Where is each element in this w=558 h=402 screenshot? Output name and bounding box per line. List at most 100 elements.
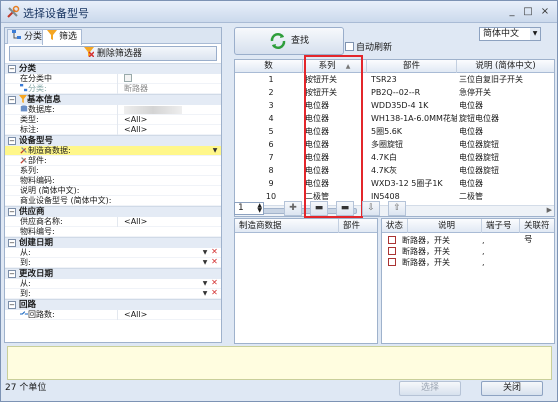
table-row[interactable]: 2 按钮开关 PB2Q--02--R 急停开关 <box>235 88 554 97</box>
table-row[interactable]: 3 电位器 WDD35D-4 1K 电位器 <box>235 101 554 110</box>
category-header[interactable]: − 供应商 <box>5 206 221 217</box>
minimize-button[interactable]: _ <box>505 5 519 18</box>
manufacturer-table: 制造商数据 部件 <box>234 218 378 344</box>
in-category-checkbox[interactable] <box>117 74 209 84</box>
clear-date-icon[interactable]: ✕ <box>210 258 219 267</box>
property-row[interactable]: 系列: <box>5 166 221 176</box>
property-row[interactable]: 到: ▼ ✕ <box>5 258 221 268</box>
table-cell: 电位器 <box>459 179 483 188</box>
property-row[interactable]: 说明 (简体中文): <box>5 186 221 196</box>
title-bar: 选择设备型号 _ □ × <box>1 1 557 23</box>
property-row[interactable]: 供应商名称: <All> <box>5 217 221 227</box>
clear-date-icon[interactable]: ✕ <box>210 248 219 257</box>
collapse-toggle[interactable]: − <box>8 137 16 145</box>
clear-date-icon[interactable]: ✕ <box>210 289 219 298</box>
close-button[interactable]: 关闭 <box>481 381 543 396</box>
dropdown-arrow-icon[interactable]: ▼ <box>201 249 209 257</box>
spin-arrows-icon[interactable]: ▲ ▼ <box>257 203 262 214</box>
property-row[interactable]: 到: ▼ ✕ <box>5 289 221 299</box>
property-row[interactable]: 物料编码: <box>5 176 221 186</box>
column-header[interactable]: 数 <box>235 60 303 73</box>
table-cell: 7 <box>268 153 274 162</box>
remove-row-button[interactable]: ▬ <box>310 201 328 216</box>
move-up-button[interactable]: ⇧ <box>388 201 406 216</box>
category-header[interactable]: − 分类 <box>5 63 221 74</box>
property-row[interactable]: 商业设备型号 (简体中文): <box>5 196 221 206</box>
table-cell: 旋钮电位器 <box>459 114 499 123</box>
collapse-toggle[interactable]: − <box>8 96 16 104</box>
collapse-toggle[interactable]: − <box>8 65 16 73</box>
edit-row-button[interactable]: ▬ <box>336 201 354 216</box>
column-header[interactable]: 端子号 <box>482 219 520 233</box>
table-cell: 3 <box>268 101 274 110</box>
table-row[interactable]: 4 电位器 WH138-1A-6.0MM花轴 旋钮电位器 <box>235 114 554 123</box>
table-row[interactable]: 6 电位器 多圈旋钮 电位器旋钮 <box>235 140 554 149</box>
collapse-toggle[interactable]: − <box>8 301 16 309</box>
category-header[interactable]: − 基本信息 <box>5 94 221 105</box>
column-header[interactable]: 状态 <box>382 219 408 233</box>
property-row[interactable]: 在分类中 <box>5 74 221 84</box>
checkbox-box[interactable] <box>345 42 354 51</box>
close-window-button[interactable]: × <box>538 5 552 18</box>
column-header[interactable]: 部件 <box>339 219 379 233</box>
table-row[interactable]: 断路器，开关, <box>382 236 554 246</box>
property-row[interactable]: 标注: <All> <box>5 125 221 135</box>
property-row[interactable]: 类型: <All> <box>5 115 221 125</box>
move-down-button[interactable]: ⇩ <box>362 201 380 216</box>
property-row[interactable]: 从: ▼ ✕ <box>5 279 221 289</box>
collapse-toggle[interactable]: − <box>8 239 16 247</box>
table-row[interactable]: 8 电位器 4.7K灰 电位器旋钮 <box>235 166 554 175</box>
table-row[interactable]: 5 电位器 5圈5.6K 电位器 <box>235 127 554 136</box>
column-header[interactable]: 部件 <box>367 60 457 73</box>
property-row[interactable]: 物料编号: <box>5 227 221 237</box>
collapse-toggle[interactable]: − <box>8 270 16 278</box>
add-row-button[interactable]: ✚ <box>284 201 302 216</box>
table-cell: 三位自复旧子开关 <box>459 75 523 84</box>
column-header[interactable]: 说明 <box>408 219 482 233</box>
collapse-toggle[interactable]: − <box>8 208 16 216</box>
category-header[interactable]: − 设备型号 <box>5 135 221 146</box>
property-row[interactable]: 部件: <box>5 156 221 166</box>
table-row[interactable]: 7 电位器 4.7K白 电位器旋钮 <box>235 153 554 162</box>
maximize-button[interactable]: □ <box>521 5 535 18</box>
function-symbol-icon <box>388 258 396 266</box>
refresh-icon <box>270 32 286 49</box>
select-button[interactable]: 选择 <box>399 381 461 396</box>
tools-icon <box>7 5 20 18</box>
clear-date-icon[interactable]: ✕ <box>210 279 219 288</box>
column-header[interactable]: 说明 (简体中文) <box>457 60 554 73</box>
property-row[interactable]: 从: ▼ ✕ <box>5 248 221 258</box>
table-row[interactable]: 1 按钮开关 TSR23 三位自复旧子开关 <box>235 75 554 84</box>
property-row[interactable]: 数据库: <box>5 105 221 115</box>
dropdown-arrow-icon[interactable]: ▼ <box>201 280 209 288</box>
property-row-selected[interactable]: 制造商数据: ▼ <box>5 146 221 156</box>
filter-icon <box>47 30 57 40</box>
tab-filter[interactable]: 筛选 <box>42 29 83 45</box>
search-button[interactable]: 查找 <box>234 27 344 55</box>
table-row[interactable]: 9 电位器 WXD3-12 5圈子1K 电位器 <box>235 179 554 188</box>
language-select[interactable]: 简体中文 ▼ <box>479 27 541 41</box>
category-header[interactable]: − 回路 <box>5 299 221 310</box>
property-row[interactable]: 回路数: <All> <box>5 310 221 320</box>
table-row[interactable]: 断路器，开关, <box>382 247 554 257</box>
dropdown-arrow-icon[interactable]: ▼ <box>201 259 209 267</box>
table-cell: 电位器旋钮 <box>459 153 499 162</box>
dropdown-arrow-icon[interactable]: ▼ <box>201 290 209 298</box>
category-header[interactable]: − 创建日期 <box>5 237 221 248</box>
property-row[interactable]: 分类: 断路器 <box>5 84 221 94</box>
column-header[interactable]: 关联符号 <box>520 219 556 245</box>
page-spinner[interactable]: 1 ▲ ▼ <box>234 202 264 215</box>
auto-refresh-checkbox[interactable]: 自动刷新 <box>345 42 392 53</box>
table-cell: 电位器旋钮 <box>459 166 499 175</box>
clear-filter-button[interactable]: 删除筛选器 <box>9 46 217 61</box>
tab-category[interactable]: 分类 <box>7 29 48 44</box>
table-cell: 5圈5.6K <box>371 127 403 136</box>
function-symbol-icon <box>388 247 396 255</box>
table-row[interactable]: 断路器，开关, <box>382 258 554 268</box>
chevron-down-icon[interactable]: ▼ <box>530 28 540 40</box>
column-header[interactable]: 制造商数据 <box>235 219 339 233</box>
tools-icon <box>20 157 27 164</box>
category-header[interactable]: − 更改日期 <box>5 268 221 279</box>
filter-delete-icon <box>84 47 95 58</box>
dropdown-arrow-icon[interactable]: ▼ <box>211 147 219 155</box>
